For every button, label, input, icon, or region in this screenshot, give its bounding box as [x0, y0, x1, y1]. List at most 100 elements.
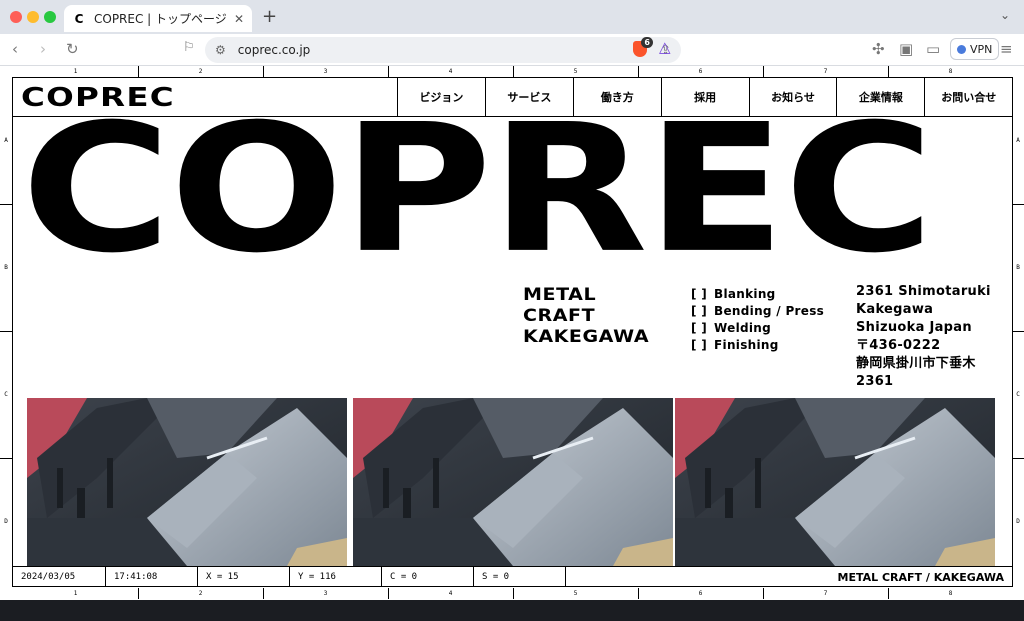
extensions-icon[interactable]: ✣	[872, 40, 885, 58]
ruler-column-label: 2	[198, 68, 203, 75]
ruler-column-label: 8	[948, 590, 953, 597]
ruler-tick	[388, 66, 389, 77]
nav-contact[interactable]: お問い合せ	[924, 78, 1012, 116]
ruler-tick	[763, 588, 764, 599]
status-caption: METAL CRAFT / KAKEGAWA	[837, 570, 1005, 584]
favicon-icon: C	[74, 11, 84, 26]
factory-photo	[353, 398, 673, 566]
browser-window: C COPREC | トップページ ✕ + ⌄ ‹ › ↻ ⚐ ⚙ coprec…	[0, 0, 1024, 600]
ruler-tick	[1012, 458, 1024, 459]
ruler-tick	[763, 66, 764, 77]
sidebar-icon[interactable]: ▣	[899, 40, 913, 58]
forward-icon[interactable]: ›	[40, 40, 46, 58]
ruler-tick	[888, 66, 889, 77]
photo-graphic	[353, 398, 673, 566]
service-label: Welding	[714, 321, 772, 335]
ruler-column-label: 1	[73, 590, 78, 597]
menu-icon[interactable]: ≡	[1000, 40, 1013, 58]
status-time: 17:41:08	[106, 567, 198, 587]
ruler-tick	[513, 66, 514, 77]
checkbox-bracket: [ ]	[691, 287, 708, 301]
photo-graphic	[27, 398, 347, 566]
ruler-column-label: 3	[323, 68, 328, 75]
service-label: Bending / Press	[714, 304, 825, 318]
address-line: Kakegawa	[856, 302, 934, 317]
service-item[interactable]: [ ] Blanking	[691, 286, 824, 303]
checkbox-bracket: [ ]	[691, 338, 708, 352]
ruler-row-label: B	[4, 264, 8, 271]
tagline-line: CRAFT	[523, 306, 596, 326]
photo-graphic	[675, 398, 995, 566]
back-icon[interactable]: ‹	[12, 40, 18, 58]
reload-icon[interactable]: ↻	[66, 40, 79, 58]
ruler-top: 1 2 3 4 5 6 7 8	[0, 66, 1024, 77]
ruler-column-label: 6	[698, 590, 703, 597]
ruler-left: A B C D	[0, 77, 12, 587]
ruler-column-label: 8	[948, 68, 953, 75]
ruler-tick	[388, 588, 389, 599]
vpn-button[interactable]: VPN	[950, 38, 1000, 60]
minimize-window-button[interactable]	[27, 11, 39, 23]
tagline-line: METAL	[523, 285, 597, 305]
status-x: X = 15	[198, 567, 290, 587]
site-frame: COPREC ビジョン サービス 働き方 採用 お知らせ 企業情報 お問い合せ …	[12, 77, 1013, 587]
ruler-tick	[0, 331, 12, 332]
ruler-tick	[138, 66, 139, 77]
close-window-button[interactable]	[10, 11, 22, 23]
status-date: 2024/03/05	[13, 567, 106, 587]
service-item[interactable]: [ ] Finishing	[691, 337, 824, 354]
shields-count: 6	[641, 37, 653, 48]
address-bar[interactable]: ⚙ coprec.co.jp ⇪	[205, 37, 681, 63]
ruler-column-label: 3	[323, 590, 328, 597]
web-page: 1 2 3 4 5 6 7 8 1 2 3 4 5 6 7 8 A B C D A B C D COPREC ビジョン …	[0, 66, 1024, 600]
browser-toolbar: ‹ › ↻ ⚐ ⚙ coprec.co.jp ⇪ 6 △ ✣ ▣ ▭ VPN ≡	[0, 34, 1024, 66]
address-line: 〒436-0222	[856, 338, 941, 353]
ruler-tick	[138, 588, 139, 599]
wallet-icon[interactable]: ▭	[926, 40, 940, 58]
ruler-column-label: 5	[573, 68, 578, 75]
new-tab-button[interactable]: +	[262, 6, 277, 27]
ruler-column-label: 6	[698, 68, 703, 75]
vpn-status-icon	[957, 44, 966, 54]
ruler-bottom: 1 2 3 4 5 6 7 8	[0, 588, 1024, 599]
service-item[interactable]: [ ] Welding	[691, 320, 824, 337]
url-text: coprec.co.jp	[237, 43, 311, 57]
ruler-column-label: 7	[823, 68, 828, 75]
ruler-row-label: D	[1016, 518, 1020, 525]
status-s: S = 0	[474, 567, 566, 587]
status-bar: 2024/03/05 17:41:08 X = 15 Y = 116 C = 0…	[13, 566, 1012, 587]
site-settings-icon[interactable]: ⚙	[215, 43, 226, 57]
tab-list-chevron-icon[interactable]: ⌄	[1000, 8, 1010, 22]
ruler-column-label: 2	[198, 590, 203, 597]
ruler-row-label: B	[1016, 264, 1020, 271]
ruler-tick	[638, 66, 639, 77]
ruler-column-label: 4	[448, 590, 453, 597]
ruler-tick	[0, 458, 12, 459]
tab-bar: C COPREC | トップページ ✕ + ⌄	[0, 0, 1024, 34]
status-c: C = 0	[382, 567, 474, 587]
address-block: 2361 Shimotaruki Kakegawa Shizuoka Japan…	[856, 283, 1012, 391]
brave-rewards-icon[interactable]: △	[659, 38, 671, 56]
bookmark-icon[interactable]: ⚐	[183, 40, 195, 55]
service-label: Finishing	[714, 338, 779, 352]
checkbox-bracket: [ ]	[691, 304, 708, 318]
ruler-tick	[263, 588, 264, 599]
hero-wordmark: COPREC	[21, 86, 934, 292]
ruler-row-label: C	[4, 391, 8, 398]
ruler-tick	[263, 66, 264, 77]
brave-shields-icon[interactable]: 6	[633, 37, 653, 57]
tab-title: COPREC | トップページ	[94, 12, 226, 26]
ruler-tick	[513, 588, 514, 599]
tagline-line: KAKEGAWA	[523, 327, 650, 347]
ruler-tick	[638, 588, 639, 599]
ruler-column-label: 4	[448, 68, 453, 75]
ruler-tick	[0, 204, 12, 205]
zoom-window-button[interactable]	[44, 11, 56, 23]
tab-close-icon[interactable]: ✕	[234, 12, 244, 26]
ruler-row-label: A	[4, 137, 8, 144]
service-item[interactable]: [ ] Bending / Press	[691, 303, 824, 320]
ruler-column-label: 7	[823, 590, 828, 597]
browser-tab[interactable]: C COPREC | トップページ ✕	[64, 5, 252, 32]
ruler-column-label: 5	[573, 590, 578, 597]
address-line: Shizuoka Japan	[856, 320, 972, 335]
